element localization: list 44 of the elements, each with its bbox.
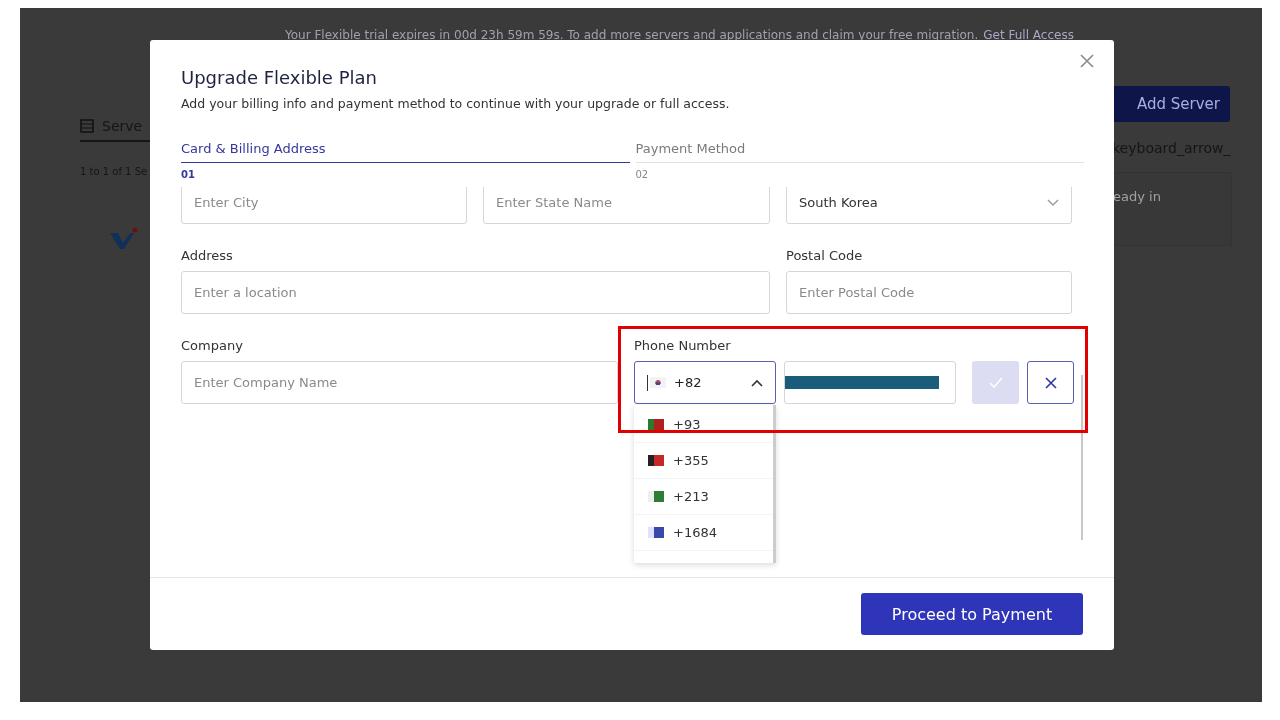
select-value: South Korea: [799, 195, 878, 210]
country-code-option[interactable]: +355: [634, 443, 773, 479]
add-server-button[interactable]: Add Server: [1112, 86, 1230, 122]
input-field[interactable]: Enter Company Name: [181, 361, 618, 404]
field-label: Phone Number: [634, 338, 732, 353]
close-icon: [1044, 376, 1057, 389]
input-field[interactable]: Enter a location: [181, 271, 770, 314]
status-text: eady in: [1113, 189, 1162, 204]
step-tab[interactable]: Payment Method: [635, 141, 1084, 163]
step-tab[interactable]: Card & Billing Address: [181, 141, 630, 163]
logo-icon: [108, 227, 138, 251]
flag-icon: [650, 377, 666, 388]
country-code: +82: [674, 375, 702, 390]
field-label: Company: [181, 338, 244, 353]
country-code-select[interactable]: +82: [634, 361, 776, 404]
dialog-title: Upgrade Flexible Plan: [181, 66, 378, 90]
step-number: 02: [635, 169, 650, 180]
flag-icon: [648, 491, 664, 502]
scrollbar[interactable]: [1081, 375, 1083, 540]
chevron-down-icon: [1047, 198, 1059, 207]
field-label: Address: [181, 248, 234, 263]
close-button[interactable]: [1080, 54, 1094, 68]
cancel-button[interactable]: [1027, 361, 1074, 404]
flag-icon: [648, 419, 664, 430]
country-code-option[interactable]: +1684: [634, 515, 773, 551]
check-icon: [988, 376, 1003, 389]
dialog-subtitle: Add your billing info and payment method to continue with your upgrade or full access.: [181, 96, 730, 111]
proceed-button[interactable]: Proceed to Payment: [861, 593, 1083, 635]
phone-input[interactable]: [784, 361, 956, 404]
country-code-option[interactable]: +213: [634, 479, 773, 515]
trial-notice: Your Flexible trial expires in 00d 23h 59m 59s. To add more servers and applications and claim your free migration.: [285, 28, 979, 42]
input-field[interactable]: Enter Postal Code: [786, 271, 1072, 314]
country-select[interactable]: South Korea: [786, 187, 1072, 224]
input-field[interactable]: Enter City: [181, 187, 467, 224]
chevron-up-icon: [751, 378, 763, 387]
flag-icon: [648, 527, 664, 538]
server-icon: [80, 119, 94, 133]
close-icon: [1080, 54, 1094, 68]
field-label: Postal Code: [786, 248, 864, 263]
full-access-link[interactable]: Get Full Access: [983, 28, 1074, 42]
step-number: 01: [181, 169, 196, 180]
flag-icon: [648, 455, 664, 466]
country-code-option[interactable]: +93: [634, 407, 773, 443]
input-field[interactable]: Enter State Name: [483, 187, 770, 224]
